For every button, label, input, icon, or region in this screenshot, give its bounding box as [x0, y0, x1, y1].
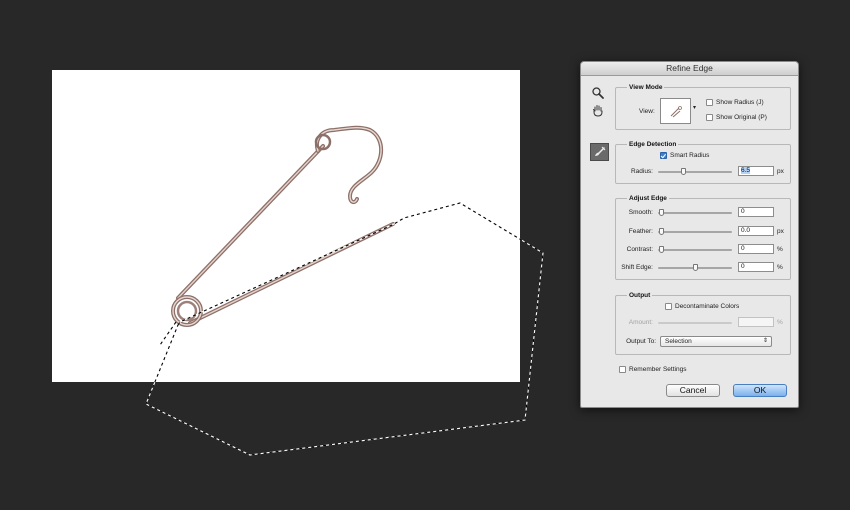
- shift-edge-unit: %: [777, 264, 783, 271]
- smooth-slider[interactable]: [658, 208, 732, 217]
- radius-unit: px: [777, 168, 784, 175]
- refine-radius-brush-icon: [595, 146, 606, 156]
- output-to-label: Output To:: [626, 338, 656, 345]
- select-arrows-icon: ⇕: [762, 338, 768, 344]
- adjust-edge-title: Adjust Edge: [627, 194, 669, 203]
- edge-detection-group: Edge Detection Smart Radius Radius: 6.5 …: [615, 140, 791, 184]
- edge-detection-title: Edge Detection: [627, 140, 679, 149]
- cancel-button[interactable]: Cancel: [666, 384, 720, 397]
- remember-settings-checkbox[interactable]: [619, 366, 626, 373]
- shift-edge-field[interactable]: 0: [738, 262, 774, 272]
- feather-unit: px: [777, 228, 784, 235]
- refine-edge-dialog: Refine Edge View Mode View: ▾ Show Radiu…: [580, 61, 799, 408]
- show-radius-checkbox[interactable]: [706, 99, 713, 106]
- view-dropdown-arrow-icon[interactable]: ▾: [693, 104, 696, 112]
- output-to-value: Selection: [665, 338, 692, 345]
- show-original-checkbox[interactable]: [706, 114, 713, 121]
- view-label: View:: [639, 108, 655, 115]
- document-image: [52, 70, 520, 382]
- ok-button[interactable]: OK: [733, 384, 787, 397]
- smart-radius-label: Smart Radius: [670, 152, 710, 159]
- output-group: Output Decontaminate Colors Amount: % Ou…: [615, 291, 791, 355]
- smooth-field[interactable]: 0: [738, 207, 774, 217]
- adjust-edge-group: Adjust Edge Smooth: 0 Feather: 0.0 px Co…: [615, 194, 791, 280]
- zoom-tool-button[interactable]: [591, 86, 605, 100]
- view-mode-title: View Mode: [627, 83, 665, 92]
- view-mode-group: View Mode View: ▾ Show Radius (J) Show O…: [615, 83, 791, 130]
- decontaminate-colors-checkbox[interactable]: [665, 303, 672, 310]
- radius-value: 6.5: [741, 167, 751, 174]
- safety-pin-thumbnail-icon: [670, 106, 682, 118]
- feather-field[interactable]: 0.0: [738, 226, 774, 236]
- dialog-title: Refine Edge: [666, 63, 713, 73]
- amount-slider[interactable]: [658, 318, 732, 327]
- contrast-slider-thumb[interactable]: [658, 246, 664, 253]
- radius-slider[interactable]: [658, 167, 732, 176]
- feather-slider-thumb[interactable]: [658, 228, 664, 235]
- smart-radius-checkbox[interactable]: [660, 152, 667, 159]
- refine-radius-tool-button[interactable]: [590, 143, 609, 161]
- hand-tool-button[interactable]: [591, 103, 605, 117]
- smooth-slider-thumb[interactable]: [658, 209, 664, 216]
- dialog-titlebar[interactable]: Refine Edge: [581, 62, 798, 76]
- output-title: Output: [627, 291, 653, 300]
- view-mode-picker[interactable]: [660, 98, 691, 124]
- remember-settings-label: Remember Settings: [629, 366, 687, 373]
- show-original-label: Show Original (P): [716, 114, 767, 121]
- shift-edge-slider-thumb[interactable]: [692, 264, 698, 271]
- contrast-field[interactable]: 0: [738, 244, 774, 254]
- amount-label: Amount:: [628, 319, 653, 326]
- decontaminate-colors-label: Decontaminate Colors: [675, 303, 740, 310]
- radius-field[interactable]: 6.5: [738, 166, 774, 176]
- smooth-label: Smooth:: [628, 209, 653, 216]
- hand-icon: [593, 105, 603, 117]
- feather-label: Feather:: [628, 228, 653, 235]
- shift-edge-label: Shift Edge:: [621, 264, 653, 271]
- zoom-icon: [592, 87, 604, 99]
- contrast-unit: %: [777, 246, 783, 253]
- shift-edge-slider[interactable]: [658, 263, 732, 272]
- amount-field[interactable]: [738, 317, 774, 327]
- show-radius-label: Show Radius (J): [716, 99, 764, 106]
- radius-slider-thumb[interactable]: [680, 168, 686, 175]
- contrast-slider[interactable]: [658, 245, 732, 254]
- output-to-select[interactable]: Selection ⇕: [660, 336, 772, 347]
- amount-unit: %: [777, 319, 783, 326]
- contrast-label: Contrast:: [626, 246, 653, 253]
- radius-label: Radius:: [630, 168, 653, 175]
- feather-slider[interactable]: [658, 227, 732, 236]
